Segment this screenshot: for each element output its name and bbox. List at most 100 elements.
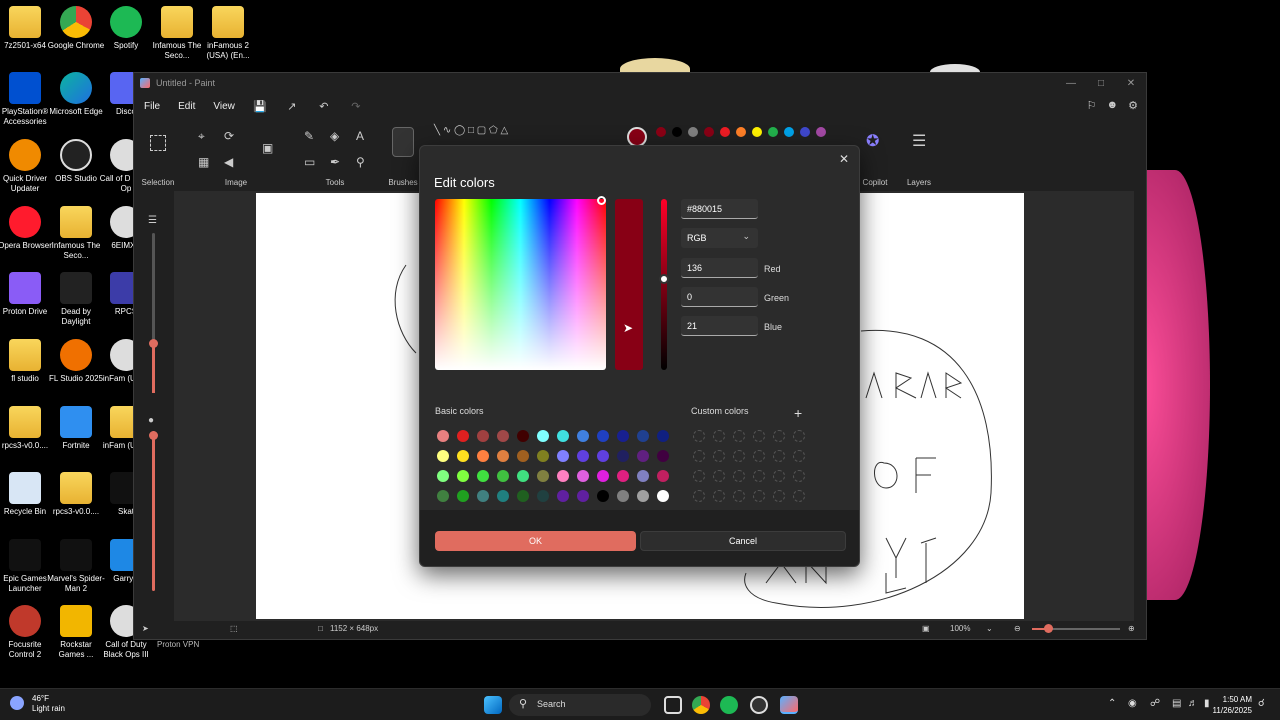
- basic-color-swatch[interactable]: [657, 490, 669, 502]
- size-slider[interactable]: [149, 233, 158, 393]
- menu-file[interactable]: File: [144, 101, 160, 112]
- settings-gear-icon[interactable]: ⚙: [1128, 99, 1138, 112]
- basic-color-swatch[interactable]: [457, 450, 469, 462]
- basic-color-swatch[interactable]: [597, 450, 609, 462]
- desktop-icon[interactable]: rpcs3-v0.0....: [0, 406, 54, 451]
- desktop-icon[interactable]: Quick Driver Updater: [0, 139, 54, 194]
- basic-color-swatch[interactable]: [577, 430, 589, 442]
- redo-icon[interactable]: ↷: [349, 99, 363, 113]
- crop-icon[interactable]: ⌖: [198, 129, 205, 144]
- custom-color-slot[interactable]: [733, 450, 745, 462]
- rotate-icon[interactable]: ⟳: [224, 129, 234, 143]
- active-color-swatch[interactable]: [627, 127, 647, 147]
- custom-color-slot[interactable]: [793, 430, 805, 442]
- dialog-close-icon[interactable]: ✕: [835, 150, 853, 168]
- spotify-taskbar-icon[interactable]: [720, 696, 738, 714]
- basic-color-swatch[interactable]: [497, 490, 509, 502]
- desktop-icon[interactable]: PlayStation® Accessories: [0, 72, 54, 127]
- flip-icon[interactable]: ◀: [224, 155, 233, 169]
- basic-color-swatch[interactable]: [477, 470, 489, 482]
- basic-color-swatch[interactable]: [537, 470, 549, 482]
- basic-color-swatch[interactable]: [557, 450, 569, 462]
- basic-color-swatch[interactable]: [617, 490, 629, 502]
- start-icon[interactable]: [484, 696, 502, 714]
- custom-color-slot[interactable]: [773, 430, 785, 442]
- value-slider[interactable]: [661, 199, 667, 370]
- basic-color-swatch[interactable]: [517, 430, 529, 442]
- roundrect-shape-icon[interactable]: ▢: [477, 125, 486, 136]
- custom-color-slot[interactable]: [753, 470, 765, 482]
- basic-color-swatch[interactable]: [457, 470, 469, 482]
- desktop-icon[interactable]: Infamous The Seco...: [148, 6, 206, 61]
- undo-icon[interactable]: ↶: [317, 99, 331, 113]
- tray-app-icon[interactable]: ◉: [1128, 698, 1137, 709]
- account-icon[interactable]: ☻: [1107, 99, 1119, 112]
- green-field[interactable]: 0: [681, 287, 758, 307]
- desktop-icon[interactable]: fl studio: [0, 339, 54, 384]
- menu-view[interactable]: View: [213, 101, 235, 112]
- color-picker-icon[interactable]: ✒: [330, 155, 340, 169]
- basic-color-swatch[interactable]: [477, 450, 489, 462]
- palette-swatch[interactable]: [704, 127, 714, 137]
- basic-color-swatch[interactable]: [517, 470, 529, 482]
- magnifier-icon[interactable]: ⚲: [356, 155, 365, 169]
- select-image-icon[interactable]: ▣: [262, 141, 273, 155]
- custom-color-slot[interactable]: [693, 450, 705, 462]
- basic-color-swatch[interactable]: [437, 470, 449, 482]
- value-slider-thumb[interactable]: [659, 274, 669, 285]
- maximize-button[interactable]: □: [1086, 73, 1116, 93]
- volume-icon[interactable]: ♬: [1188, 698, 1198, 709]
- taskbar-search[interactable]: ⚲ Search: [509, 694, 651, 716]
- spectrum-cursor[interactable]: [597, 196, 606, 205]
- tray-vpn-icon[interactable]: ☍: [1150, 698, 1160, 709]
- basic-color-swatch[interactable]: [437, 490, 449, 502]
- palette-swatch[interactable]: [656, 127, 666, 137]
- line-shape-icon[interactable]: ╲: [434, 125, 440, 136]
- basic-color-swatch[interactable]: [577, 450, 589, 462]
- basic-color-swatch[interactable]: [637, 450, 649, 462]
- custom-color-slot[interactable]: [713, 450, 725, 462]
- desktop-icon[interactable]: Spotify: [97, 6, 155, 51]
- basic-color-swatch[interactable]: [657, 430, 669, 442]
- desktop-icon[interactable]: Recycle Bin: [0, 472, 54, 517]
- basic-color-swatch[interactable]: [497, 470, 509, 482]
- basic-color-swatch[interactable]: [617, 450, 629, 462]
- basic-color-swatch[interactable]: [557, 470, 569, 482]
- basic-color-swatch[interactable]: [637, 490, 649, 502]
- custom-color-slot[interactable]: [693, 430, 705, 442]
- curve-shape-icon[interactable]: ∿: [443, 125, 451, 136]
- palette-swatch[interactable]: [816, 127, 826, 137]
- palette-swatch[interactable]: [720, 127, 730, 137]
- red-field[interactable]: 136: [681, 258, 758, 278]
- brush-icon[interactable]: [392, 127, 414, 157]
- zoom-dropdown-icon[interactable]: ⌄: [986, 624, 993, 633]
- select-rectangle-icon[interactable]: [150, 135, 166, 151]
- text-icon[interactable]: A: [356, 129, 364, 143]
- custom-color-slot[interactable]: [733, 430, 745, 442]
- zoom-slider[interactable]: [1032, 624, 1120, 633]
- basic-color-swatch[interactable]: [497, 450, 509, 462]
- palette-swatch[interactable]: [784, 127, 794, 137]
- basic-color-swatch[interactable]: [537, 490, 549, 502]
- tray-overflow-icon[interactable]: ⌃: [1108, 698, 1116, 709]
- obs-taskbar-icon[interactable]: [750, 696, 768, 714]
- basic-color-swatch[interactable]: [617, 470, 629, 482]
- basic-color-swatch[interactable]: [437, 430, 449, 442]
- palette-swatch[interactable]: [688, 127, 698, 137]
- palette-swatch[interactable]: [752, 127, 762, 137]
- desktop-icon[interactable]: Opera Browser: [0, 206, 54, 251]
- custom-color-slot[interactable]: [773, 450, 785, 462]
- basic-color-swatch[interactable]: [437, 450, 449, 462]
- custom-color-slot[interactable]: [793, 470, 805, 482]
- oval-shape-icon[interactable]: ◯: [454, 125, 465, 136]
- chrome-taskbar-icon[interactable]: [692, 696, 710, 714]
- basic-color-swatch[interactable]: [517, 450, 529, 462]
- custom-color-slot[interactable]: [753, 450, 765, 462]
- add-custom-color-button[interactable]: +: [794, 405, 802, 421]
- basic-color-swatch[interactable]: [477, 490, 489, 502]
- basic-color-swatch[interactable]: [557, 430, 569, 442]
- fill-icon[interactable]: ◈: [330, 129, 339, 143]
- desktop-icon[interactable]: 7z2501-x64: [0, 6, 54, 51]
- custom-color-slot[interactable]: [793, 490, 805, 502]
- basic-color-swatch[interactable]: [577, 490, 589, 502]
